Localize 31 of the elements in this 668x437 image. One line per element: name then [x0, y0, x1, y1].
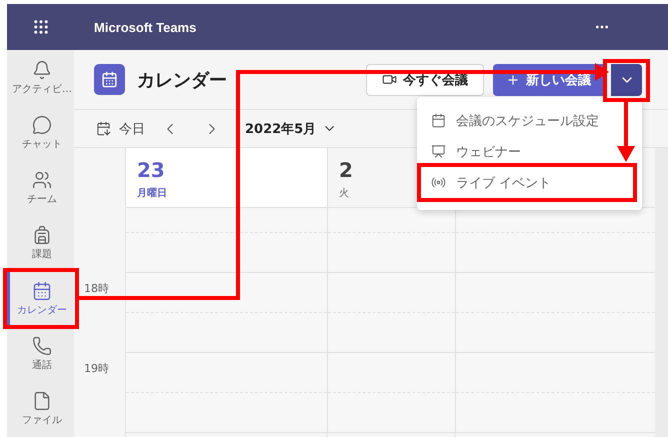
rail-item[interactable]: 通話 [7, 326, 74, 382]
day-header[interactable]: 23 月曜日 [126, 148, 327, 208]
month-picker[interactable]: 2022年5月 [245, 120, 338, 138]
menu-item[interactable]: ライブ イベント [417, 163, 637, 202]
rail-item[interactable]: ファイル [7, 382, 74, 437]
rail-item[interactable]: アクティビ… [7, 50, 74, 106]
broadcast-icon [431, 175, 446, 190]
bell-icon [32, 60, 52, 80]
rail-item[interactable]: 課題 [7, 216, 74, 272]
plus-icon [506, 72, 520, 86]
hour-label: 19時 [84, 362, 109, 375]
app-launcher-icon[interactable] [32, 18, 50, 36]
hour-label: 18時 [84, 282, 109, 295]
rail-item[interactable]: チャット [7, 105, 74, 161]
calendar-icon [431, 113, 446, 128]
calendar-app-icon [94, 64, 125, 95]
rail-item[interactable]: チーム [7, 160, 74, 216]
team-icon [32, 170, 52, 190]
calendar-icon [96, 121, 111, 136]
highlight-box [603, 59, 650, 102]
app-title: Microsoft Teams [94, 20, 198, 34]
file-icon [32, 391, 52, 412]
calendar-icon [32, 280, 52, 301]
chat-icon [32, 114, 52, 135]
phone-icon [32, 336, 52, 356]
dropdown-button[interactable] [611, 64, 642, 96]
menu-item[interactable]: 会議のスケジュール設定 [417, 105, 642, 136]
backpack-icon [32, 225, 52, 246]
page-title: カレンダー [137, 68, 228, 92]
today-button[interactable]: 今日 [96, 120, 145, 138]
presenter-icon [431, 144, 446, 159]
